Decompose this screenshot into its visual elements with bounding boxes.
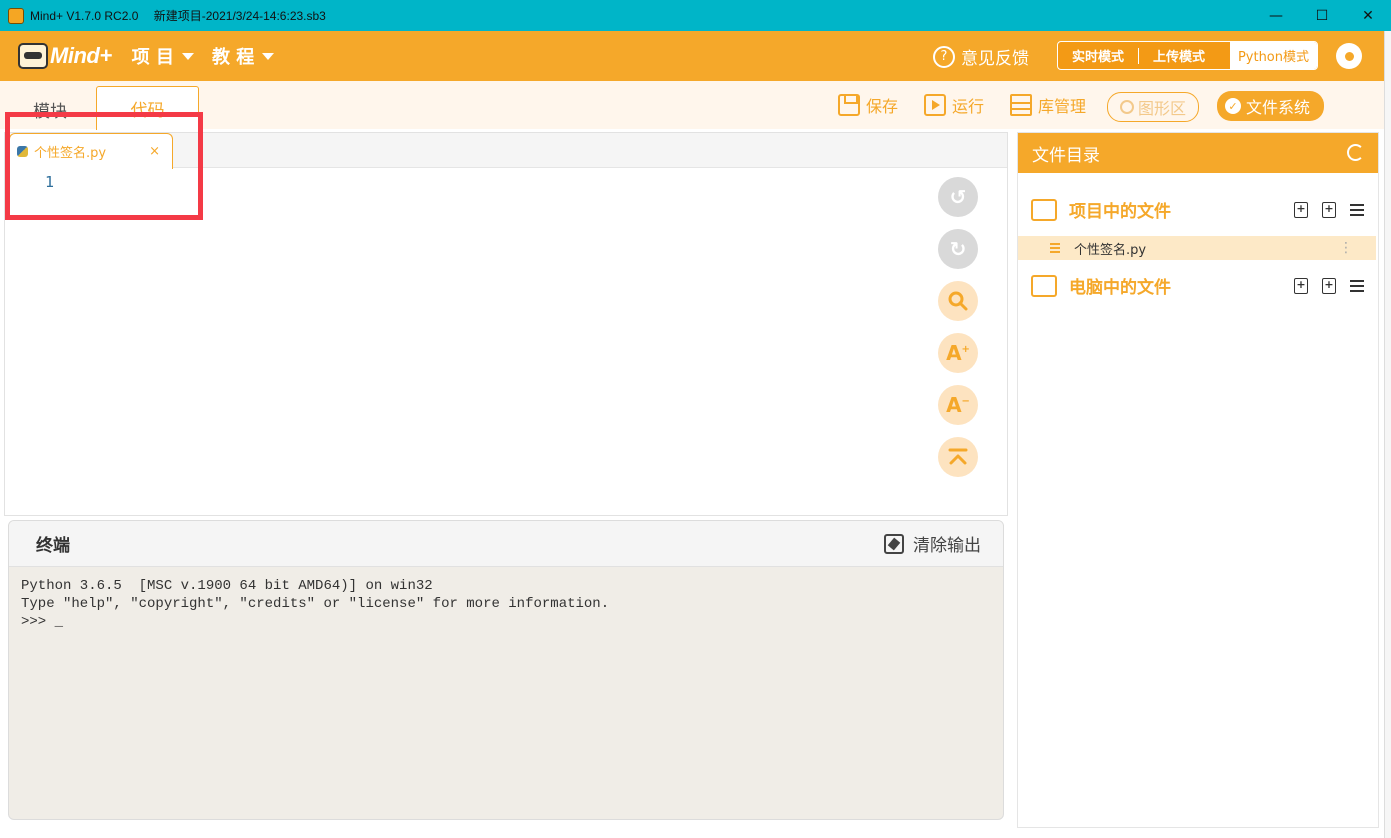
library-icon bbox=[1010, 94, 1032, 116]
graphic-label: 图形区 bbox=[1138, 99, 1187, 118]
font-increase-icon: A+ bbox=[946, 341, 970, 365]
monitor-icon bbox=[1031, 274, 1057, 297]
menu-project-label: 项 目 bbox=[131, 47, 174, 68]
terminal-line: Type "help", "copyright", "credits" or "… bbox=[21, 596, 610, 612]
run-label: 运行 bbox=[952, 97, 985, 116]
feedback-label: 意见反馈 bbox=[961, 49, 1029, 69]
new-file-icon[interactable]: + bbox=[1294, 277, 1308, 294]
mindplus-logo: Mind+ bbox=[18, 43, 112, 69]
font-increase-button[interactable]: A+ bbox=[938, 333, 978, 373]
redo-icon: ↻ bbox=[949, 237, 967, 261]
menu-icon[interactable] bbox=[1350, 279, 1364, 292]
main-menu: 项 目 教 程 bbox=[132, 43, 293, 69]
run-button[interactable]: 运行 bbox=[924, 93, 984, 117]
mode-realtime[interactable]: 实时模式 bbox=[1058, 42, 1138, 69]
save-button[interactable]: 保存 bbox=[838, 93, 898, 117]
question-icon: ? bbox=[933, 45, 955, 68]
terminal-header: 终端 清除输出 bbox=[9, 521, 1003, 567]
robot-logo-icon bbox=[18, 43, 48, 69]
file-directory-title: 文件目录 bbox=[1032, 145, 1100, 166]
list-folder-icon bbox=[1031, 198, 1057, 221]
terminal-title: 终端 bbox=[36, 536, 70, 556]
menu-bar: Mind+ 项 目 教 程 ? 意见反馈 实时模式 上传模式 Python模式 bbox=[0, 31, 1384, 81]
gear-icon[interactable] bbox=[1336, 43, 1362, 69]
highlight-annotation bbox=[5, 112, 203, 220]
new-folder-icon[interactable]: + bbox=[1322, 201, 1336, 218]
minimize-button[interactable]: — bbox=[1253, 0, 1299, 31]
mode-switcher: 实时模式 上传模式 Python模式 bbox=[1057, 41, 1318, 70]
menu-tutorial[interactable]: 教 程 bbox=[211, 43, 275, 69]
window-title: Mind+ V1.7.0 RC2.0 新建项目-2021/3/24-14:6:2… bbox=[30, 7, 326, 24]
feedback-button[interactable]: ? 意见反馈 bbox=[933, 44, 1029, 69]
scroll-top-button[interactable] bbox=[938, 437, 978, 477]
window-controls: — ☐ ✕ bbox=[1253, 0, 1391, 31]
clear-output-button[interactable]: 清除输出 bbox=[884, 531, 981, 556]
menu-icon[interactable] bbox=[1350, 203, 1364, 216]
clear-output-label: 清除输出 bbox=[913, 536, 981, 556]
file-directory-header: 文件目录 bbox=[1018, 133, 1378, 173]
play-icon bbox=[924, 94, 946, 116]
graphic-area-button[interactable]: 图形区 bbox=[1107, 92, 1200, 122]
save-label: 保存 bbox=[866, 97, 899, 116]
library-label: 库管理 bbox=[1038, 97, 1087, 116]
search-icon bbox=[948, 291, 968, 311]
undo-icon: ↺ bbox=[949, 185, 967, 209]
eraser-icon bbox=[884, 533, 904, 554]
project-files-actions: + + bbox=[1280, 201, 1364, 218]
terminal-output[interactable]: Python 3.6.5 [MSC v.1900 64 bit AMD64)] … bbox=[9, 567, 1003, 641]
caret-down-icon bbox=[262, 52, 275, 60]
check-icon: ✓ bbox=[1225, 98, 1241, 114]
project-file-name: 个性签名.py bbox=[1074, 242, 1147, 258]
terminal-line: Python 3.6.5 [MSC v.1900 64 bit AMD64)] … bbox=[21, 578, 433, 594]
more-options-icon[interactable]: ⋮ bbox=[1339, 240, 1353, 256]
new-folder-icon[interactable]: + bbox=[1322, 277, 1336, 294]
library-button[interactable]: 库管理 bbox=[1010, 93, 1086, 117]
refresh-icon[interactable] bbox=[1347, 144, 1364, 161]
project-file-row[interactable]: 个性签名.py ⋮ bbox=[1018, 236, 1376, 260]
close-window-button[interactable]: ✕ bbox=[1345, 0, 1391, 31]
file-icon bbox=[1050, 241, 1060, 255]
mode-python[interactable]: Python模式 bbox=[1229, 42, 1317, 69]
menu-tutorial-label: 教 程 bbox=[211, 47, 255, 68]
filesystem-button[interactable]: ✓ 文件系统 bbox=[1217, 91, 1325, 121]
maximize-button[interactable]: ☐ bbox=[1299, 0, 1345, 31]
project-title: 新建项目-2021/3/24-14:6:23.sb3 bbox=[153, 9, 326, 23]
logo-wordmark: Mind+ bbox=[50, 43, 112, 68]
new-file-icon[interactable]: + bbox=[1294, 201, 1308, 218]
redo-button[interactable]: ↻ bbox=[938, 229, 978, 269]
terminal-panel: 终端 清除输出 Python 3.6.5 [MSC v.1900 64 bit … bbox=[8, 520, 1004, 820]
computer-files-actions: + + bbox=[1280, 277, 1364, 294]
file-directory-panel: 文件目录 项目中的文件 + + 个性签名.py ⋮ 电脑中的文件 + + bbox=[1017, 132, 1379, 828]
menu-project[interactable]: 项 目 bbox=[132, 43, 194, 69]
caret-down-icon bbox=[181, 52, 194, 60]
terminal-prompt: >>> _ bbox=[21, 614, 64, 630]
undo-button[interactable]: ↺ bbox=[938, 177, 978, 217]
font-decrease-button[interactable]: A− bbox=[938, 385, 978, 425]
project-files-title: 项目中的文件 bbox=[1069, 202, 1171, 222]
save-icon bbox=[838, 94, 860, 116]
arrow-up-bar-icon bbox=[948, 448, 968, 465]
computer-files-section: 电脑中的文件 + + bbox=[1018, 273, 1378, 298]
background-window-edge bbox=[1384, 31, 1391, 838]
app-title: Mind+ V1.7.0 RC2.0 bbox=[30, 9, 139, 23]
project-files-section: 项目中的文件 + + bbox=[1018, 197, 1378, 222]
app-icon bbox=[8, 7, 24, 24]
filesystem-label: 文件系统 bbox=[1246, 98, 1311, 117]
computer-files-title: 电脑中的文件 bbox=[1069, 278, 1171, 298]
toolbar: 模块 代码 保存 运行 库管理 图形区 ✓ 文件系统 bbox=[0, 81, 1384, 130]
title-bar: Mind+ V1.7.0 RC2.0 新建项目-2021/3/24-14:6:2… bbox=[0, 0, 1391, 31]
mode-upload[interactable]: 上传模式 bbox=[1139, 42, 1219, 69]
search-button[interactable] bbox=[938, 281, 978, 321]
radio-icon bbox=[1120, 100, 1134, 114]
font-decrease-icon: A− bbox=[946, 393, 970, 417]
